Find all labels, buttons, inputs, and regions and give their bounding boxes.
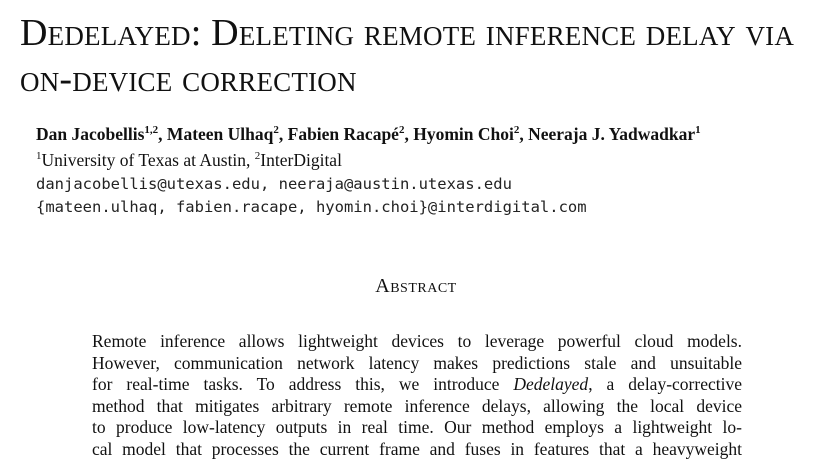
abstract-line: cal model that processes the current fra… xyxy=(92,439,742,460)
abstract-line: method that mitigates arbitrary remote i… xyxy=(92,396,742,418)
abstract-line: However, communication network latency m… xyxy=(92,353,742,375)
email-line: {mateen.ulhaq, fabien.racape, hyomin.cho… xyxy=(36,197,587,217)
author-name: Dan Jacobellis xyxy=(36,124,144,144)
author-name: Mateen Ulhaq xyxy=(167,124,273,144)
author-list: Dan Jacobellis1,2, Mateen Ulhaq2, Fabien… xyxy=(36,124,826,145)
author: Hyomin Choi2, xyxy=(413,124,528,144)
affiliation-interdigital: InterDigital xyxy=(260,150,342,170)
abstract-text: Remote inference allows lightweight devi… xyxy=(92,331,742,351)
author-name: Hyomin Choi xyxy=(413,124,514,144)
author-name: Neeraja J. Yadwadkar xyxy=(528,124,695,144)
abstract-body: Remote inference allows lightweight devi… xyxy=(92,331,742,460)
abstract-text: cal model that processes the current fra… xyxy=(92,439,742,459)
paper-page: Dedelayed: Deleting remote inference del… xyxy=(0,0,832,446)
affiliations: 1University of Texas at Austin, 2InterDi… xyxy=(36,150,342,171)
abstract-text: However, communication network latency m… xyxy=(92,353,742,373)
abstract-text: for real-time tasks. To address this, we… xyxy=(92,374,513,394)
abstract-line: Remote inference allows lightweight devi… xyxy=(92,331,742,353)
paper-title: Dedelayed: Deleting remote inference del… xyxy=(20,10,820,102)
abstract-line: to produce low-latency outputs in real t… xyxy=(92,417,742,439)
affiliation-ut-austin: University of Texas at Austin, xyxy=(42,150,255,170)
author-separator: , xyxy=(158,124,167,144)
abstract-text: method that mitigates arbitrary remote i… xyxy=(92,396,742,416)
author: Fabien Racapé2, xyxy=(288,124,414,144)
abstract-text: , a delay-corrective xyxy=(588,374,742,394)
abstract-text: to produce low-latency outputs in real t… xyxy=(92,417,742,437)
author-separator: , xyxy=(519,124,528,144)
abstract-line: for real-time tasks. To address this, we… xyxy=(92,374,742,396)
abstract-heading: Abstract xyxy=(0,273,832,299)
author: Dan Jacobellis1,2, xyxy=(36,124,167,144)
author: Neeraja J. Yadwadkar1 xyxy=(528,124,701,144)
author: Mateen Ulhaq2, xyxy=(167,124,288,144)
method-name-emphasis: Dedelayed xyxy=(513,374,588,394)
author-name: Fabien Racapé xyxy=(288,124,399,144)
email-line: danjacobellis@utexas.edu, neeraja@austin… xyxy=(36,174,512,194)
author-affil-marker: 1,2 xyxy=(144,124,158,136)
author-separator: , xyxy=(404,124,413,144)
author-separator: , xyxy=(279,124,288,144)
author-affil-marker: 1 xyxy=(695,124,701,136)
